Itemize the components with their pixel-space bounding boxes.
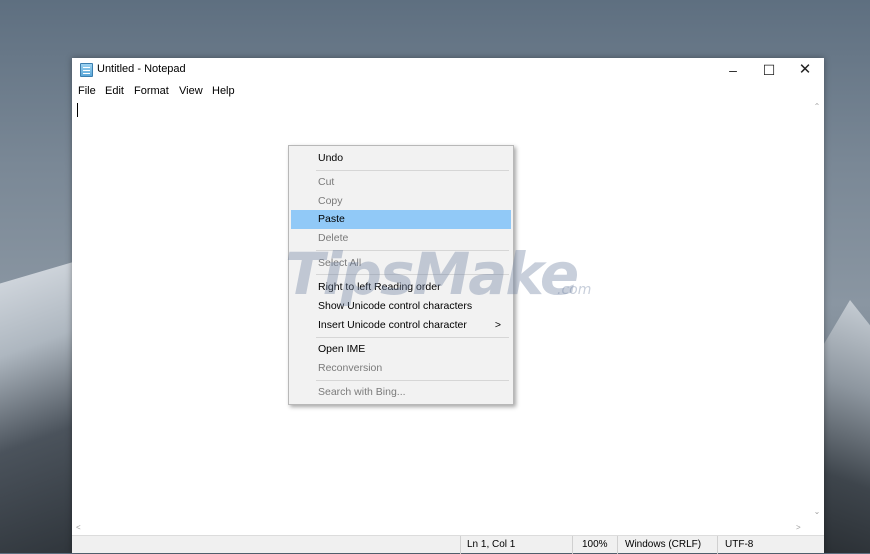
- ctx-insert-unicode-control[interactable]: Insert Unicode control character >: [291, 316, 511, 335]
- menu-edit[interactable]: Edit: [105, 85, 124, 97]
- ctx-delete: Delete: [291, 229, 511, 248]
- ctx-item-label: Cut: [318, 176, 335, 188]
- ctx-show-unicode-control[interactable]: Show Unicode control characters: [291, 297, 511, 316]
- ctx-separator: [316, 274, 509, 275]
- ctx-separator: [316, 250, 509, 251]
- desktop-mountain-left: [0, 260, 80, 553]
- ctx-search-with-bing: Search with Bing...: [291, 383, 511, 402]
- scroll-left-icon[interactable]: <: [76, 523, 81, 532]
- ctx-separator: [316, 170, 509, 171]
- menu-file[interactable]: File: [78, 85, 96, 97]
- status-bar: Ln 1, Col 1 100% Windows (CRLF) UTF-8: [72, 535, 824, 554]
- ctx-separator: [316, 380, 509, 381]
- ctx-item-label: Open IME: [318, 343, 366, 355]
- minimize-button[interactable]: –: [715, 58, 751, 82]
- status-separator: [572, 536, 573, 554]
- ctx-undo[interactable]: Undo: [291, 149, 511, 168]
- menu-view[interactable]: View: [179, 85, 203, 97]
- status-separator: [617, 536, 618, 554]
- ctx-paste[interactable]: Paste: [291, 210, 511, 229]
- ctx-separator: [316, 337, 509, 338]
- ctx-rtl-reading-order[interactable]: Right to left Reading order: [291, 278, 511, 297]
- menu-bar: File Edit Format View Help: [72, 82, 824, 100]
- desktop-mountain-right: [820, 300, 870, 553]
- ctx-select-all: Select All: [291, 254, 511, 273]
- menu-help[interactable]: Help: [212, 85, 235, 97]
- menu-format[interactable]: Format: [134, 85, 169, 97]
- status-encoding: UTF-8: [725, 539, 754, 550]
- ctx-item-label: Delete: [318, 232, 349, 244]
- title-bar[interactable]: Untitled - Notepad – ☐ ✕: [72, 58, 824, 82]
- scroll-up-icon[interactable]: ⌃: [810, 102, 824, 114]
- ctx-item-label: Show Unicode control characters: [318, 300, 473, 312]
- status-cursor-position: Ln 1, Col 1: [467, 539, 516, 550]
- horizontal-scrollbar[interactable]: < >: [72, 523, 810, 535]
- window-title: Untitled - Notepad: [97, 63, 186, 75]
- maximize-button[interactable]: ☐: [751, 58, 787, 82]
- ctx-copy: Copy: [291, 192, 511, 211]
- status-line-ending: Windows (CRLF): [625, 539, 702, 550]
- chevron-right-icon: >: [494, 319, 501, 331]
- ctx-item-label: Right to left Reading order: [318, 281, 441, 293]
- status-separator: [460, 536, 461, 554]
- ctx-item-label: Undo: [318, 152, 344, 164]
- scroll-right-icon[interactable]: >: [796, 523, 801, 532]
- ctx-item-label: Insert Unicode control character: [318, 319, 467, 331]
- scroll-down-icon[interactable]: ⌄: [810, 507, 824, 519]
- close-button[interactable]: ✕: [787, 58, 823, 82]
- ctx-item-label: Reconversion: [318, 362, 383, 374]
- ctx-item-label: Paste: [318, 213, 345, 225]
- status-zoom: 100%: [582, 539, 608, 550]
- ctx-reconversion: Reconversion: [291, 359, 511, 378]
- text-caret: [77, 103, 78, 117]
- notepad-icon: [80, 63, 93, 77]
- context-menu: Undo Cut Copy Paste Delete Select All Ri…: [288, 145, 514, 405]
- ctx-cut: Cut: [291, 173, 511, 192]
- vertical-scrollbar[interactable]: ⌃ ⌄: [810, 100, 824, 523]
- ctx-item-label: Search with Bing...: [318, 386, 406, 398]
- ctx-item-label: Copy: [318, 195, 343, 207]
- ctx-open-ime[interactable]: Open IME: [291, 340, 511, 359]
- status-separator: [717, 536, 718, 554]
- ctx-item-label: Select All: [318, 257, 362, 269]
